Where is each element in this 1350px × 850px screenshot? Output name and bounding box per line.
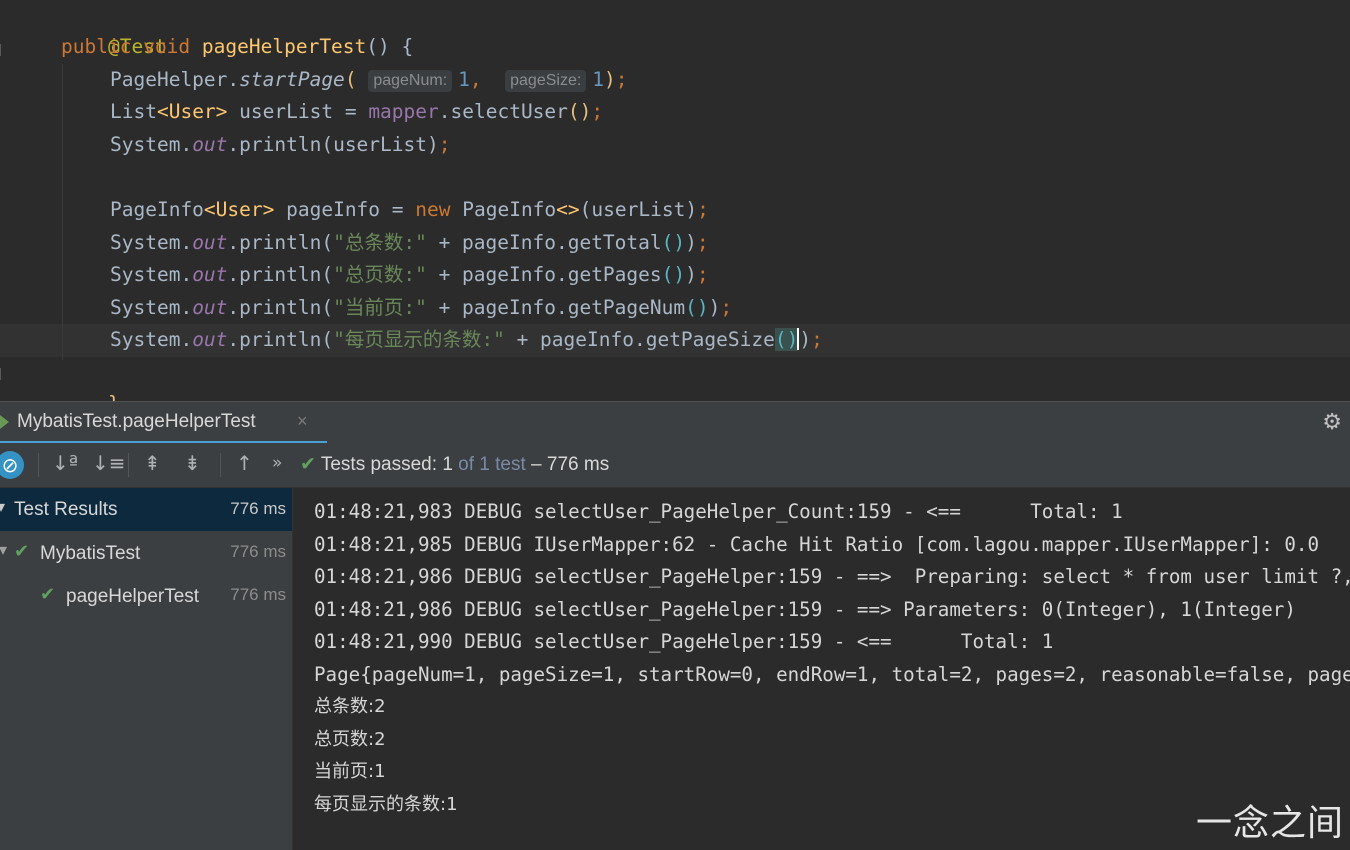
console-line: 01:48:21,986 DEBUG selectUser_PageHelper… [314, 565, 1350, 588]
chevron-down-icon[interactable]: ▾ [0, 540, 7, 559]
code-line-pageinfo: PageInfo<User> pageInfo = new PageInfo<>… [110, 198, 709, 221]
code-line-print-total: System.out.println("总条数:" + pageInfo.get… [110, 231, 709, 254]
code-line-closing-brace: } [61, 356, 120, 401]
code-line-select-user: List<User> userList = mapper.selectUser(… [110, 100, 604, 123]
previous-failed-test-icon[interactable]: ↑ [236, 451, 253, 475]
test-results-tree: ▾ Test Results 776 ms ▾ ✔ MybatisTest 77… [0, 488, 292, 850]
tree-item-time: 776 ms [230, 542, 286, 561]
console-line: 当前页:1 [314, 761, 386, 782]
watermark: 一念之间 [1195, 803, 1344, 844]
console-output[interactable]: ........................................… [293, 488, 1350, 850]
tree-item-label: MybatisTest [40, 543, 141, 564]
check-icon: ✔ [40, 584, 56, 605]
toolbar-divider [220, 453, 221, 477]
test-status: ✔ Tests passed: 1 of 1 test – 776 ms [300, 453, 610, 475]
run-config-icon [0, 415, 9, 429]
code-line-print-pagenum: System.out.println("当前页:" + pageInfo.get… [110, 296, 733, 319]
gear-icon[interactable]: ⚙ [1322, 410, 1342, 435]
close-tab-icon[interactable]: × [297, 411, 308, 432]
collapse-all-icon[interactable]: ⇟ [184, 451, 201, 475]
console-line: 01:48:21,986 DEBUG selectUser_PageHelper… [314, 598, 1296, 621]
tree-item-pagehelpertest[interactable]: ✔ pageHelperTest 776 ms [0, 574, 292, 617]
chevron-down-icon[interactable]: ▾ [0, 497, 5, 516]
test-runner-toolbar: ⊘ ↓ª ↓≡ ⇞ ⇟ ↑ » ✔ Tests passed: 1 of 1 t… [0, 443, 1350, 488]
param-hint-pagesize: pageSize: [505, 70, 587, 92]
run-tab-label: MybatisTest.pageHelperTest [17, 411, 256, 432]
console-line: 总页数:2 [314, 729, 386, 750]
console-line: 01:48:21,983 DEBUG selectUser_PageHelper… [314, 500, 1123, 523]
run-tool-window-header: MybatisTest.pageHelperTest × ⚙ [0, 401, 1350, 444]
code-line-print-list: System.out.println(userList); [110, 133, 451, 156]
fold-marker[interactable] [0, 44, 9, 56]
code-line-annotation: @Test [107, 35, 167, 58]
console-line: 01:48:21,985 DEBUG IUserMapper:62 - Cach… [314, 533, 1320, 556]
toolbar-divider [38, 453, 39, 477]
toolbar-divider [128, 453, 129, 477]
tree-item-mybatistest[interactable]: ▾ ✔ MybatisTest 776 ms [0, 531, 292, 574]
check-icon: ✔ [14, 541, 30, 562]
code-line-startpage: PageHelper.startPage( pageNum: 1, pageSiz… [110, 68, 628, 92]
indent-guide [62, 64, 63, 360]
code-editor[interactable]: @Test public void pageHelperTest() { Pag… [0, 0, 1350, 401]
sort-by-duration-icon[interactable]: ↓≡ [92, 451, 126, 475]
tree-item-label: pageHelperTest [66, 586, 200, 607]
code-line-print-pages: System.out.println("总页数:" + pageInfo.get… [110, 263, 709, 286]
tree-item-time: 776 ms [230, 585, 286, 604]
more-actions-icon[interactable]: » [272, 453, 282, 473]
code-line-print-pagesize: System.out.println("每页显示的条数:" + pageInfo… [110, 328, 823, 351]
tree-item-test-results[interactable]: ▾ Test Results 776 ms [0, 488, 292, 531]
console-line: 总条数:2 [314, 696, 386, 717]
console-line: Page{pageNum=1, pageSize=1, startRow=0, … [314, 663, 1350, 686]
fold-marker[interactable] [0, 368, 9, 380]
expand-all-icon[interactable]: ⇞ [144, 451, 161, 475]
sort-alphabetically-icon[interactable]: ↓ª [52, 451, 78, 475]
console-line: 01:48:21,990 DEBUG selectUser_PageHelper… [314, 630, 1054, 653]
check-icon: ✔ [300, 453, 316, 475]
run-tab[interactable]: MybatisTest.pageHelperTest × [0, 402, 327, 444]
code-line-method-signature: public void pageHelperTest() { [61, 35, 414, 58]
param-hint-pagenum: pageNum: [368, 70, 453, 92]
tree-item-time: 776 ms [230, 499, 286, 518]
console-line: 每页显示的条数:1 [314, 794, 458, 815]
stop-icon[interactable]: ⊘ [0, 451, 24, 479]
tree-item-label: Test Results [14, 499, 118, 520]
